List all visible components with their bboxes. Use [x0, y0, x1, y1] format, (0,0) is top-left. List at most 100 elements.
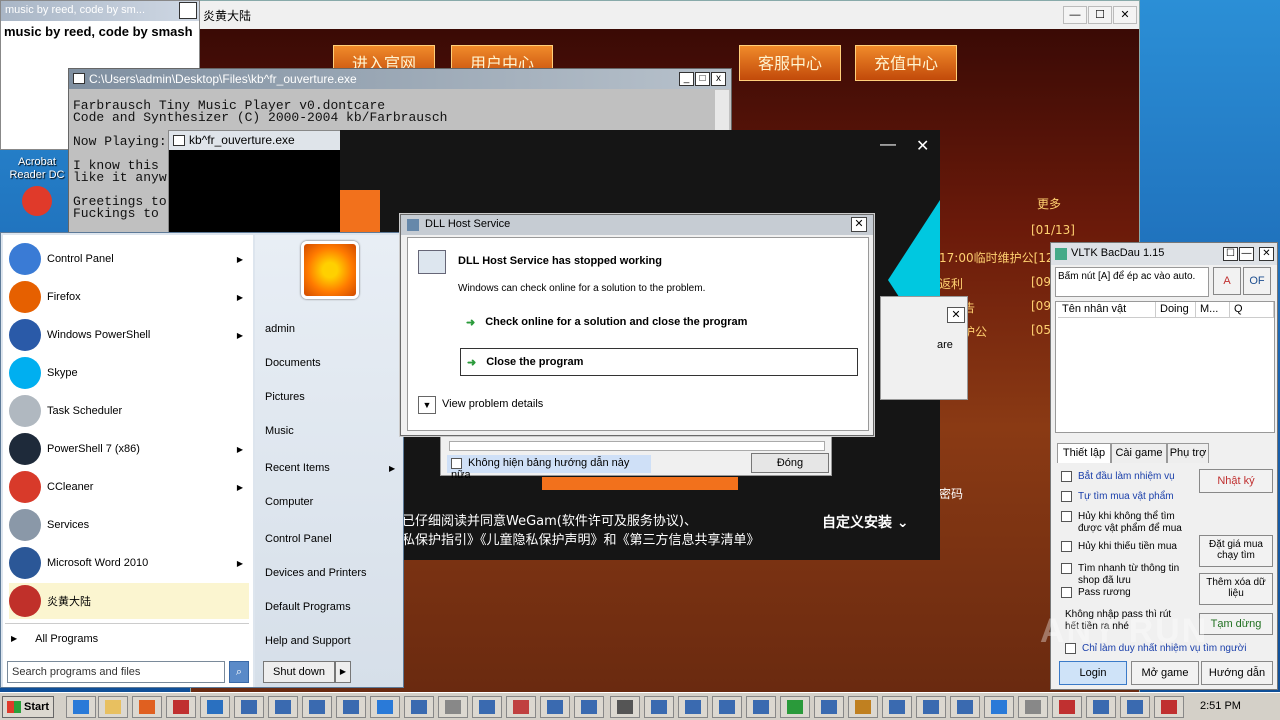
checkbox[interactable] — [1061, 471, 1072, 482]
close-button[interactable]: ✕ — [947, 307, 965, 323]
taskbar-button[interactable] — [678, 696, 708, 718]
agreement-text-2[interactable]: 私保护指引》《儿童隐私保护声明》和《第三方信息共享清单》 — [402, 529, 760, 548]
taskbar-button[interactable] — [404, 696, 434, 718]
option-checkbox[interactable]: Pass rương — [1061, 587, 1201, 599]
log-button[interactable]: Nhật ký — [1199, 469, 1273, 493]
taskbar-button[interactable] — [984, 696, 1014, 718]
search-icon[interactable]: ⌕ — [229, 661, 249, 683]
taskbar-button[interactable] — [200, 696, 230, 718]
tab[interactable]: Phụ trợ — [1167, 443, 1209, 463]
recharge-center-button[interactable]: 充值中心 — [855, 45, 957, 81]
close-button[interactable]: ✕ — [1259, 247, 1274, 261]
start-menu-item[interactable]: Skype — [9, 355, 249, 391]
taskbar-button[interactable] — [506, 696, 536, 718]
taskbar-button[interactable] — [370, 696, 400, 718]
agreement-text[interactable]: 已仔细阅读并同意WeGam(软件许可及服务协议)、 — [402, 510, 697, 529]
column-header[interactable]: Q — [1230, 302, 1274, 318]
tab[interactable]: Cài game — [1111, 443, 1167, 463]
option-checkbox[interactable]: Hủy khi thiếu tiền mua — [1061, 541, 1201, 553]
all-programs-button[interactable]: ▶ All Programs — [5, 623, 249, 653]
start-menu-place[interactable]: Control Panel — [265, 533, 332, 545]
close-button[interactable]: ✕ — [179, 2, 197, 19]
news-item[interactable]: 返利 — [939, 275, 963, 292]
login-button[interactable]: Login — [1059, 661, 1127, 685]
start-menu-place[interactable]: Devices and Printers — [265, 567, 367, 579]
taskbar-button[interactable] — [268, 696, 298, 718]
taskbar-button[interactable] — [916, 696, 946, 718]
start-menu-item[interactable]: Windows PowerShell ▶ — [9, 317, 249, 353]
hide-guide-checkbox[interactable]: Không hiện bảng hướng dẫn này nữa — [447, 455, 651, 481]
start-menu-item[interactable]: Services — [9, 507, 249, 543]
taskbar-button[interactable] — [234, 696, 264, 718]
taskbar-button[interactable] — [814, 696, 844, 718]
maximize-button[interactable]: ☐ — [1088, 6, 1112, 24]
news-item[interactable]: 17:00临时维护公[12 — [939, 249, 1054, 266]
close-program-option[interactable]: ➜ Close the program — [460, 348, 858, 376]
taskbar-button[interactable] — [302, 696, 332, 718]
taskbar-button[interactable] — [540, 696, 570, 718]
support-center-button[interactable]: 客服中心 — [739, 45, 841, 81]
taskbar-button[interactable] — [336, 696, 366, 718]
option-checkbox[interactable]: Tự tìm mua vật phẩm — [1061, 491, 1201, 503]
start-menu-place[interactable]: admin — [265, 323, 295, 335]
pause-button[interactable]: Tạm dừng — [1199, 613, 1273, 635]
off-button[interactable]: OF — [1243, 267, 1271, 295]
checkbox[interactable] — [451, 457, 462, 469]
minimize-button[interactable]: — — [880, 136, 896, 154]
chevron-down-icon[interactable]: ▼ — [418, 396, 436, 414]
taskbar-button[interactable] — [1086, 696, 1116, 718]
start-menu-place[interactable]: Computer — [265, 496, 313, 508]
taskbar-button[interactable] — [166, 696, 196, 718]
taskbar-button[interactable] — [712, 696, 742, 718]
close-button[interactable]: x — [711, 72, 726, 86]
close-button[interactable]: ✕ — [1113, 6, 1137, 24]
taskbar-button[interactable] — [644, 696, 674, 718]
taskbar-button[interactable] — [1052, 696, 1082, 718]
taskbar-button[interactable] — [132, 696, 162, 718]
taskbar-button[interactable] — [1120, 696, 1150, 718]
help-button[interactable]: Hướng dẫn — [1201, 661, 1273, 685]
start-button[interactable]: Start — [2, 696, 54, 718]
custom-install-button[interactable]: 自定义安装 ⌄ — [822, 512, 909, 532]
taskbar-button[interactable] — [882, 696, 912, 718]
checkbox[interactable] — [1061, 511, 1072, 522]
taskbar-button[interactable] — [438, 696, 468, 718]
taskbar-button[interactable] — [472, 696, 502, 718]
desktop-icon-acrobat[interactable]: Acrobat Reader DC — [2, 150, 72, 230]
maximize-button[interactable]: □ — [695, 72, 710, 86]
taskbar-button[interactable] — [780, 696, 810, 718]
start-menu-item[interactable]: Task Scheduler — [9, 393, 249, 429]
taskbar-button[interactable] — [66, 696, 96, 718]
checkbox[interactable] — [1061, 541, 1072, 552]
option-checkbox[interactable]: Hủy khi không thể tìm được vật phẩm để m… — [1061, 511, 1201, 535]
password-link[interactable]: 密码 — [939, 485, 963, 502]
taskbar-button[interactable] — [848, 696, 878, 718]
minimize-button[interactable]: _ — [679, 72, 694, 86]
close-guide-button[interactable]: Đóng — [751, 453, 829, 473]
user-avatar[interactable] — [301, 241, 359, 299]
tab[interactable]: Thiết lập — [1057, 443, 1111, 463]
start-menu-place[interactable]: Help and Support — [265, 635, 351, 647]
taskbar-button[interactable] — [610, 696, 640, 718]
taskbar-button[interactable] — [98, 696, 128, 718]
shutdown-options-button[interactable]: ▶ — [335, 661, 351, 683]
close-button[interactable]: ✕ — [851, 217, 867, 232]
news-more-link[interactable]: 更多 — [1037, 195, 1061, 212]
checkbox[interactable] — [1061, 563, 1072, 574]
option-checkbox[interactable]: Bắt đầu làm nhiệm vụ — [1061, 471, 1201, 483]
start-menu-place[interactable]: Music — [265, 425, 294, 437]
force-auto-button[interactable]: A — [1213, 267, 1241, 295]
bid-button[interactable]: Đặt giá mua chạy tìm — [1199, 535, 1273, 567]
start-menu-item[interactable]: Firefox ▶ — [9, 279, 249, 315]
minimize-button[interactable]: — — [1063, 6, 1087, 24]
checkbox[interactable] — [1061, 491, 1072, 502]
start-menu-item[interactable]: Control Panel ▶ — [9, 241, 249, 277]
start-menu-item[interactable]: Microsoft Word 2010 ▶ — [9, 545, 249, 581]
start-menu-item[interactable]: CCleaner ▶ — [9, 469, 249, 505]
character-table[interactable]: Tên nhân vật Doing M... Q — [1055, 301, 1275, 433]
start-menu-item[interactable]: 炎黄大陆 — [9, 583, 249, 619]
start-menu-place[interactable]: Default Programs — [265, 601, 351, 613]
start-menu-item[interactable]: PowerShell 7 (x86) ▶ — [9, 431, 249, 467]
start-menu-place[interactable]: Pictures — [265, 391, 305, 403]
close-button[interactable]: ✕ — [916, 136, 929, 156]
